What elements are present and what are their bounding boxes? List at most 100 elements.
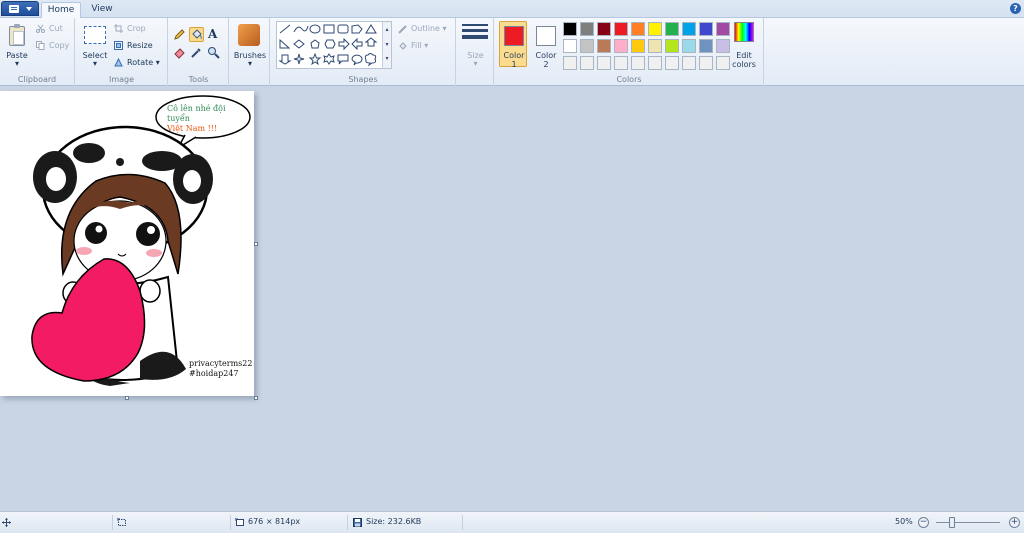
file-menu-button[interactable] [1,1,39,16]
palette-swatch[interactable] [597,56,611,70]
palette-swatch[interactable] [716,22,730,36]
hexagon-shape [324,39,336,49]
resize-handle-bottom[interactable] [125,396,129,400]
palette-swatch[interactable] [597,22,611,36]
drawing-canvas[interactable]: Cô lên nhé đội tuyển Việt Nam !!! privac… [0,91,254,396]
watermark-line-2: #hoidap247 [189,369,239,378]
image-size-icon [235,518,244,526]
cut-button[interactable]: Cut [49,24,63,33]
edit-colors-label: Edit [736,51,752,60]
palette-swatch[interactable] [614,56,628,70]
chevron-down-icon[interactable]: ▾ [78,59,112,68]
paint-menu-icon [9,5,19,13]
color2-button[interactable]: Color 2 [531,21,559,69]
watermark-line-1: privacyterms22 [189,359,253,368]
outline-button[interactable]: Outline ▾ [411,24,447,33]
crop-button[interactable]: Crop [127,24,146,33]
palette-swatch[interactable] [665,39,679,53]
scroll-down-icon[interactable]: ▾ [383,37,391,52]
shapes-scrollbar[interactable]: ▴ ▾ ▾ [382,22,391,68]
palette-swatch[interactable] [665,56,679,70]
colors-group-label: Colors [616,75,642,84]
help-icon[interactable]: ? [1010,3,1021,14]
tools-group-label: Tools [188,75,209,84]
rotate-label: Rotate [127,58,154,67]
resize-button[interactable]: Resize [127,41,153,50]
six-point-star-shape [323,53,335,65]
pentagon-shape [310,39,320,49]
scroll-up-icon[interactable]: ▴ [383,22,391,37]
color2-label: Color [535,51,557,60]
palette-swatch[interactable] [682,56,696,70]
palette-swatch[interactable] [563,39,577,53]
palette-swatch[interactable] [648,39,662,53]
line-size-icon [462,24,488,42]
magnifier-tool[interactable] [206,45,221,60]
rounded-rectangle-shape [337,24,349,34]
zoom-level: 50% [895,517,913,526]
shapes-group-label: Shapes [348,75,378,84]
palette-swatch[interactable] [563,22,577,36]
palette-swatch[interactable] [580,22,594,36]
palette-swatch[interactable] [648,22,662,36]
fill-icon [399,42,407,50]
resize-handle-right[interactable] [254,242,258,246]
palette-swatch[interactable] [597,39,611,53]
text-tool[interactable]: A [206,27,221,42]
group-size[interactable]: Size ▾ [457,18,494,86]
color1-button[interactable]: Color 1 [499,21,527,69]
selection-size-icon [117,518,126,526]
color-picker-tool[interactable] [189,45,204,60]
group-brushes[interactable]: Brushes ▾ [230,18,270,86]
copy-button[interactable]: Copy [49,41,69,50]
fill-tool[interactable] [189,27,204,42]
palette-swatch[interactable] [682,22,696,36]
shapes-gallery: ▴ ▾ ▾ [276,21,392,69]
watermark-text: privacyterms22 #hoidap247 [189,359,252,379]
palette-swatch[interactable] [631,56,645,70]
eraser-tool[interactable] [172,45,187,60]
resize-handle-corner[interactable] [254,396,258,400]
tab-home[interactable]: Home [41,2,81,18]
palette-swatch[interactable] [699,22,713,36]
group-clipboard: Paste ▾ Cut Copy Clipboard [0,18,75,86]
scissors-icon [36,24,45,33]
palette-swatch[interactable] [563,56,577,70]
shapes-grid [278,24,378,67]
select-icon [84,26,106,44]
rotate-icon [114,58,123,67]
chevron-down-icon[interactable]: ▾ [457,59,494,68]
zoom-slider-track[interactable] [936,522,1000,523]
palette-swatch[interactable] [631,22,645,36]
chevron-down-icon[interactable]: ▾ [3,59,31,68]
ribbon-tab-bar: Home View ? [0,0,1024,18]
more-shapes-icon[interactable]: ▾ [383,52,391,65]
palette-swatch[interactable] [614,22,628,36]
zoom-in-button[interactable]: + [1009,517,1020,528]
pencil-tool[interactable] [172,27,187,42]
palette-swatch[interactable] [665,22,679,36]
panda-girl-drawing [31,95,251,386]
tab-view[interactable]: View [84,2,120,18]
status-bar: 676 × 814px Size: 232.6KB 50% − + [0,511,1024,533]
pencil-icon [174,29,185,40]
zoom-out-button[interactable]: − [918,517,929,528]
palette-swatch[interactable] [699,39,713,53]
palette-swatch[interactable] [648,56,662,70]
palette-swatch[interactable] [682,39,696,53]
chevron-down-icon[interactable]: ▾ [230,59,270,68]
fill-button[interactable]: Fill ▾ [411,41,428,50]
eraser-icon [174,48,185,59]
palette-swatch[interactable] [631,39,645,53]
palette-swatch[interactable] [614,39,628,53]
canvas-workspace[interactable]: Cô lên nhé đội tuyển Việt Nam !!! privac… [0,87,1024,511]
edit-colors-button[interactable]: Edit colors [728,51,760,69]
palette-swatch[interactable] [580,39,594,53]
color1-number: 1 [511,60,517,69]
rotate-button[interactable]: Rotate ▾ [127,58,160,67]
text-a-icon: A [208,27,218,41]
palette-swatch[interactable] [699,56,713,70]
zoom-slider-thumb[interactable] [949,517,955,528]
oval-shape [309,24,321,34]
palette-swatch[interactable] [580,56,594,70]
